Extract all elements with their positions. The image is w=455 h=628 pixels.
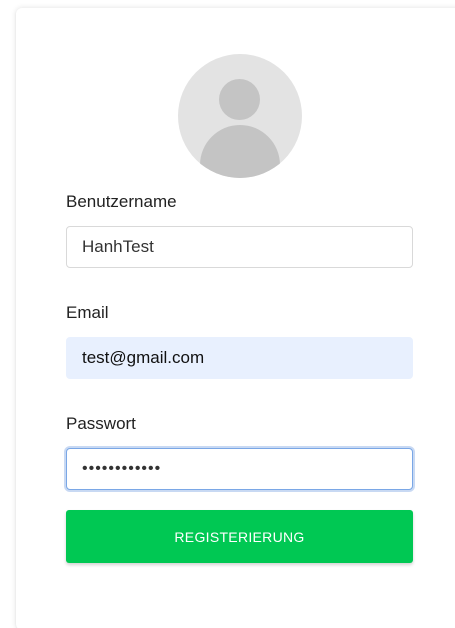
register-button[interactable]: REGISTERIERUNG <box>66 510 413 563</box>
user-placeholder-icon-body <box>200 125 280 178</box>
email-input[interactable] <box>66 337 413 379</box>
password-input[interactable] <box>66 448 413 490</box>
password-label: Passwort <box>66 414 136 433</box>
user-placeholder-icon <box>219 79 260 120</box>
username-input[interactable] <box>66 226 413 268</box>
username-label: Benutzername <box>66 192 177 211</box>
avatar <box>178 54 302 178</box>
email-label: Email <box>66 303 109 322</box>
page: Benutzername Email Passwort REGISTERIERU… <box>0 0 455 628</box>
